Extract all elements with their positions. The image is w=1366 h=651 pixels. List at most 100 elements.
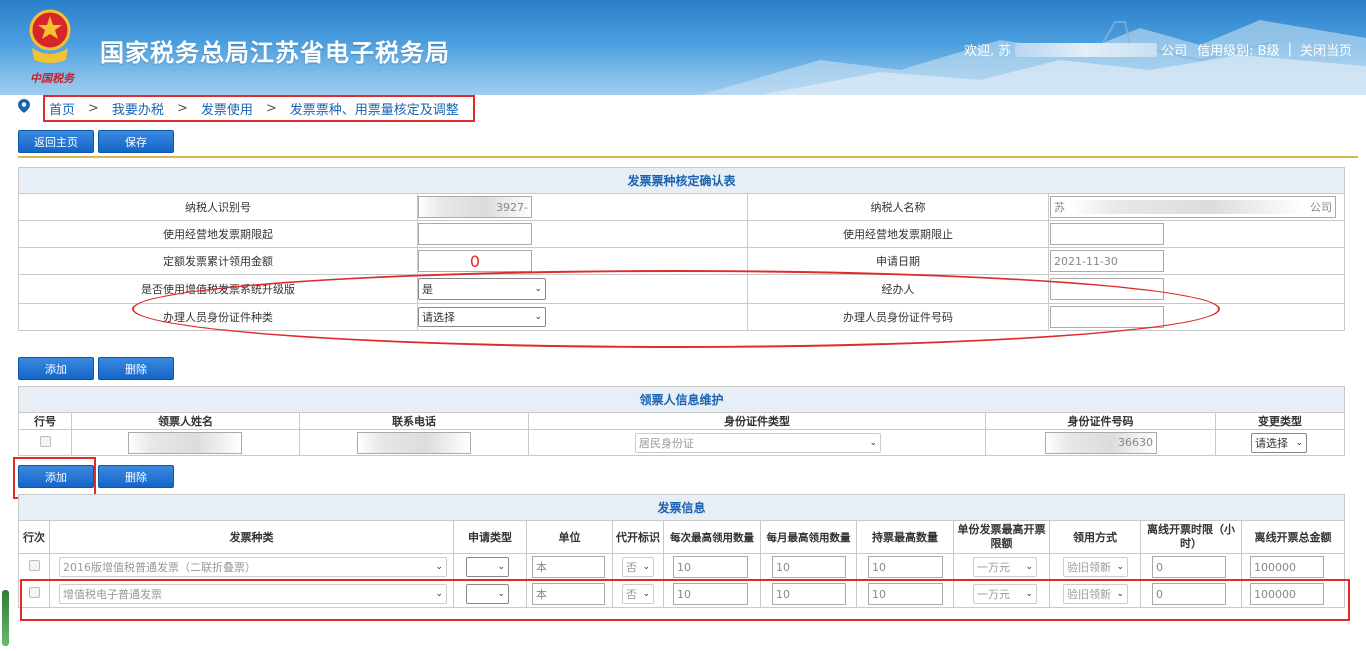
col-row-index: 行次 [18, 520, 50, 554]
tax-emblem-icon [29, 9, 71, 63]
credit-level: 信用级别: B级 [1197, 44, 1280, 59]
invoice-table-title: 发票信息 [17, 494, 1346, 521]
proxy-value: 否 [626, 561, 637, 574]
id-number-row-field[interactable]: 36630 [1045, 431, 1157, 454]
confirm-table-title: 发票票种核定确认表 [17, 167, 1346, 194]
id-type-row-value: 居民身份证 [639, 436, 694, 450]
unit-field[interactable]: 本 [532, 583, 605, 605]
company-name-redacted [1015, 42, 1158, 57]
id-number-label: 办理人员身份证件号码 [747, 303, 1049, 331]
taxpayer-id-value: 3927- [496, 200, 528, 214]
breadcrumb-home[interactable]: 首页 [49, 99, 75, 118]
col-method: 领用方式 [1049, 520, 1141, 554]
breadcrumb-separator: > [176, 101, 188, 116]
handler-label: 经办人 [747, 274, 1049, 304]
chevron-down-icon: ⌄ [1116, 562, 1124, 572]
col-hold-max: 持票最高数量 [856, 520, 954, 554]
method-select[interactable]: 验旧领新 ⌄ [1063, 557, 1128, 577]
single-limit-select[interactable]: 一万元 ⌄ [973, 557, 1037, 577]
col-row-no: 行号 [18, 412, 72, 430]
chevron-down-icon: ⌄ [435, 562, 443, 572]
row-checkbox[interactable] [39, 435, 51, 447]
chevron-down-icon: ⌄ [497, 589, 505, 599]
taxpayer-name-field[interactable]: 苏 公司 [1050, 196, 1336, 218]
ticket-table-title: 领票人信息维护 [17, 386, 1346, 413]
method-value: 验旧领新 [1067, 588, 1111, 601]
id-type-value: 请选择 [422, 311, 455, 324]
chevron-down-icon: ⌄ [435, 589, 443, 599]
site-header: 中国税务 国家税务总局江苏省电子税务局 欢迎, 苏 公司 信用级别: B级 | … [0, 0, 1366, 95]
breadcrumb-invoice-use[interactable]: 发票使用 [201, 99, 253, 118]
invoice-type-confirm-table: 发票票种核定确认表 纳税人识别号 3927- 纳税人名称 苏 公司 使用经营地发票… [17, 167, 1346, 331]
chevron-down-icon: ⌄ [1116, 589, 1124, 599]
offline-hours-field[interactable]: 0 [1152, 556, 1226, 578]
chevron-down-icon: ⌄ [642, 562, 650, 572]
table-row: 2016版增值税普通发票（二联折叠票） ⌄ ⌄ 本 否 ⌄ 10 10 10 一万元… [18, 553, 1346, 581]
back-home-button[interactable]: 返回主页 [18, 130, 94, 153]
phone-field[interactable] [357, 431, 471, 454]
period-start-field[interactable] [418, 223, 532, 245]
invoice-kind-select[interactable]: 增值税电子普通发票 ⌄ [59, 584, 447, 604]
col-per-month-max: 每月最高领用数量 [760, 520, 857, 554]
chevron-down-icon: ⌄ [497, 562, 505, 572]
breadcrumb-separator: > [88, 101, 99, 116]
per-month-field[interactable]: 10 [772, 556, 846, 578]
upgraded-system-select[interactable]: 是 ⌄ [418, 278, 546, 300]
handler-field[interactable] [1050, 278, 1164, 300]
apply-type-select[interactable]: ⌄ [466, 584, 509, 604]
row-checkbox[interactable] [28, 560, 40, 571]
row-checkbox[interactable] [28, 587, 40, 598]
breadcrumb-current[interactable]: 发票票种、用票量核定及调整 [290, 99, 459, 118]
id-type-row-select[interactable]: 居民身份证 ⌄ [635, 432, 881, 453]
holder-name-field[interactable] [128, 431, 242, 454]
save-button[interactable]: 保存 [98, 130, 174, 153]
per-month-field[interactable]: 10 [772, 583, 846, 605]
taxpayer-name-label: 纳税人名称 [747, 193, 1049, 221]
apply-type-select[interactable]: ⌄ [466, 557, 509, 577]
taxpayer-id-field[interactable]: 3927- [418, 196, 532, 218]
col-unit: 单位 [526, 520, 613, 554]
per-time-field[interactable]: 10 [673, 583, 748, 605]
single-limit-select[interactable]: 一万元 ⌄ [973, 584, 1037, 604]
id-type-select[interactable]: 请选择 ⌄ [418, 307, 546, 327]
method-select[interactable]: 验旧领新 ⌄ [1063, 584, 1128, 604]
change-type-select[interactable]: 请选择 ⌄ [1251, 432, 1307, 453]
delete-ticket-holder-button[interactable]: 删除 [98, 357, 174, 380]
delete-invoice-button[interactable]: 删除 [98, 465, 174, 488]
location-pin-icon [18, 99, 30, 113]
col-offline-amount: 离线开票总金额 [1240, 520, 1346, 554]
method-value: 验旧领新 [1067, 561, 1111, 574]
period-start-label: 使用经营地发票期限起 [18, 220, 418, 248]
per-time-field[interactable]: 10 [673, 556, 748, 578]
offline-amount-field[interactable]: 100000 [1250, 556, 1324, 578]
chevron-down-icon: ⌄ [642, 589, 650, 599]
add-invoice-button[interactable]: 添加 [18, 465, 94, 488]
chevron-down-icon: ⌄ [869, 437, 877, 448]
unit-field[interactable]: 本 [532, 556, 605, 578]
hold-max-field[interactable]: 10 [868, 556, 943, 578]
welcome-text: 欢迎, [963, 44, 995, 59]
col-proxy-flag: 代开标识 [612, 520, 664, 554]
col-change-type: 变更类型 [1214, 412, 1346, 430]
id-number-field[interactable] [1050, 306, 1164, 328]
breadcrumb-tax-handling[interactable]: 我要办税 [112, 99, 164, 118]
chevron-down-icon: ⌄ [1025, 562, 1033, 572]
apply-date-field[interactable]: 2021-11-30 [1050, 250, 1164, 272]
offline-amount-field[interactable]: 100000 [1250, 583, 1324, 605]
offline-hours-field[interactable]: 0 [1152, 583, 1226, 605]
col-apply-type: 申请类型 [453, 520, 527, 554]
invoice-kind-select[interactable]: 2016版增值税普通发票（二联折叠票） ⌄ [59, 557, 447, 577]
proxy-select[interactable]: 否 ⌄ [622, 557, 654, 577]
taxpayer-name-redacted [1071, 200, 1304, 214]
quota-amount-field[interactable]: 0 [418, 250, 532, 272]
proxy-value: 否 [626, 588, 637, 601]
period-end-field[interactable] [1050, 223, 1164, 245]
col-id-type: 身份证件类型 [528, 412, 986, 430]
proxy-select[interactable]: 否 ⌄ [622, 584, 654, 604]
close-page-link[interactable]: 关闭当页 [1300, 40, 1352, 59]
col-offline-hours: 离线开票时限（小时） [1140, 520, 1242, 554]
scroll-indicator[interactable] [2, 590, 9, 646]
hold-max-field[interactable]: 10 [868, 583, 943, 605]
add-ticket-holder-button[interactable]: 添加 [18, 357, 94, 380]
ticket-holder-table: 领票人信息维护 行号 领票人姓名 联系电话 身份证件类型 身份证件号码 变更类型… [17, 386, 1346, 456]
